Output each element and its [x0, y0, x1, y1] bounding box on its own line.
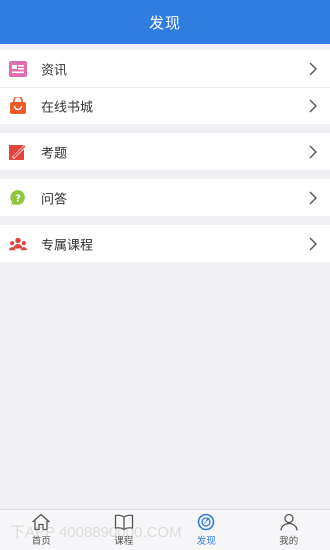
tab-label: 发现: [196, 536, 216, 547]
shopping-bag-icon: [9, 97, 27, 115]
svg-text:?: ?: [15, 193, 21, 204]
tab-label: 首页: [31, 536, 51, 547]
exam-pencil-icon: [9, 143, 27, 161]
menu-item-label: 在线书城: [41, 100, 94, 115]
menu-item-label: 专属课程: [41, 238, 94, 253]
title-bar: 发现: [0, 0, 330, 44]
open-book-icon: [114, 514, 133, 531]
group-people-icon: [9, 235, 27, 253]
menu-item-label: 考题: [41, 146, 68, 161]
chevron-right-icon: [309, 191, 317, 204]
tab-label: 课程: [114, 536, 134, 547]
chevron-right-icon: [309, 99, 317, 112]
tab-home[interactable]: 首页: [0, 510, 83, 550]
chevron-right-icon: [309, 62, 317, 75]
menu-item-bookstore[interactable]: 在线书城: [0, 87, 330, 124]
tab-discover[interactable]: 发现: [165, 510, 248, 550]
menu-group-qa: ? 问答: [0, 179, 330, 216]
news-icon: [9, 60, 27, 78]
menu-group-news-books: 资讯 在线书城: [0, 50, 330, 124]
menu-item-exclusive-courses[interactable]: 专属课程: [0, 225, 330, 262]
question-bubble-icon: ?: [9, 189, 27, 207]
tab-label: 我的: [279, 536, 299, 547]
chevron-right-icon: [309, 237, 317, 250]
compass-icon: [197, 513, 215, 531]
user-icon: [280, 513, 298, 531]
menu-item-qa[interactable]: ? 问答: [0, 179, 330, 216]
home-icon: [32, 513, 51, 531]
tab-me[interactable]: 我的: [248, 510, 330, 550]
menu-item-label: 问答: [41, 192, 68, 207]
menu-item-label: 资讯: [41, 63, 68, 78]
bottom-tab-bar: 首页 课程 发现 我的: [0, 509, 330, 550]
tab-courses[interactable]: 课程: [83, 510, 166, 550]
menu-group-courses: 专属课程: [0, 225, 330, 262]
page-title: 发现: [148, 13, 181, 32]
menu-item-exams[interactable]: 考题: [0, 133, 330, 170]
menu-group-exams: 考题: [0, 133, 330, 170]
chevron-right-icon: [309, 145, 317, 158]
menu-item-news[interactable]: 资讯: [0, 50, 330, 87]
